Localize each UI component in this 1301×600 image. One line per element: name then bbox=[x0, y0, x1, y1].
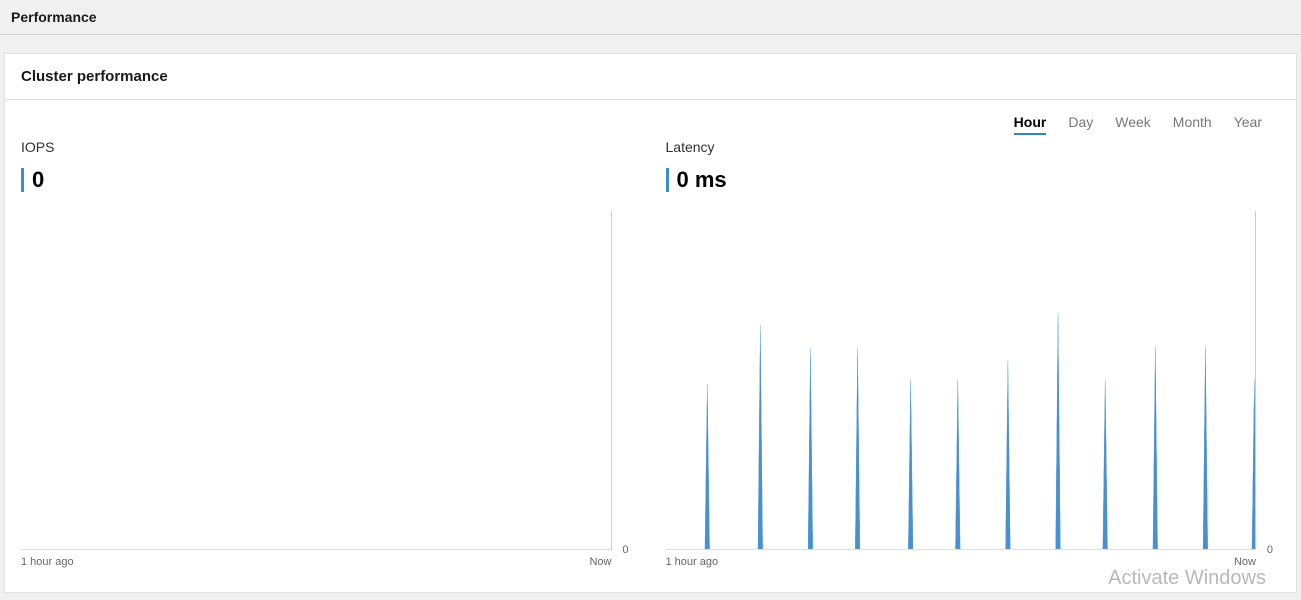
iops-x-left: 1 hour ago bbox=[21, 556, 74, 568]
tab-week[interactable]: Week bbox=[1115, 114, 1151, 135]
iops-chart-block: IOPS 0 0 1 hour ago Now bbox=[21, 139, 636, 568]
tab-day[interactable]: Day bbox=[1068, 114, 1093, 135]
latency-title: Latency bbox=[666, 139, 1281, 155]
time-range-tabs: Hour Day Week Month Year bbox=[5, 100, 1296, 139]
latency-chart-area: 0 bbox=[666, 211, 1257, 550]
latency-value: 0 ms bbox=[677, 167, 727, 193]
latency-chart-block: Latency 0 ms 0 1 hour ago Now bbox=[666, 139, 1281, 568]
iops-title: IOPS bbox=[21, 139, 636, 155]
panel-title: Cluster performance bbox=[5, 54, 1296, 100]
iops-value: 0 bbox=[32, 167, 44, 193]
iops-y-zero: 0 bbox=[622, 544, 628, 556]
latency-value-bar bbox=[666, 168, 669, 192]
cluster-performance-panel: Cluster performance Hour Day Week Month … bbox=[4, 53, 1297, 593]
latency-x-left: 1 hour ago bbox=[666, 556, 719, 568]
iops-value-bar bbox=[21, 168, 24, 192]
tab-month[interactable]: Month bbox=[1173, 114, 1212, 135]
tab-hour[interactable]: Hour bbox=[1014, 114, 1047, 135]
latency-y-zero: 0 bbox=[1267, 544, 1273, 556]
iops-chart-area: 0 bbox=[21, 211, 612, 550]
iops-x-right: Now bbox=[589, 556, 611, 568]
tab-year[interactable]: Year bbox=[1234, 114, 1262, 135]
latency-x-right: Now bbox=[1234, 556, 1256, 568]
page-title: Performance bbox=[0, 0, 1301, 35]
